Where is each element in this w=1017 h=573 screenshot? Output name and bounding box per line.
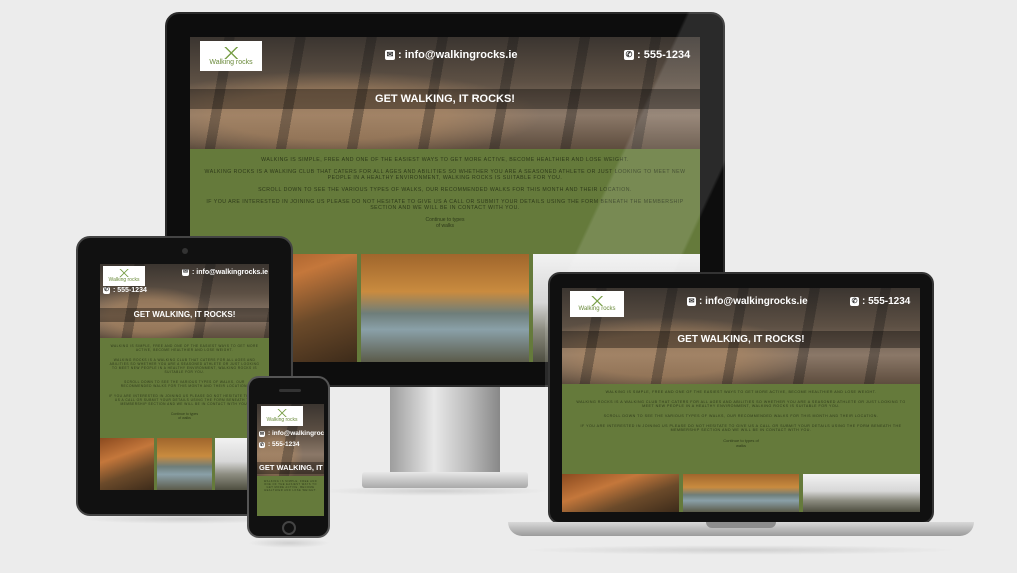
- laptop-device: Walking rocks ✉ : info@walkingrocks.ie ✆…: [508, 272, 974, 547]
- email-text: : info@walkingrocks.ie: [268, 430, 324, 437]
- site-logo[interactable]: Walking rocks: [103, 266, 145, 286]
- email-link[interactable]: ✉ : info@walkingrocks.ie: [385, 49, 518, 61]
- site-logo[interactable]: Walking rocks: [570, 291, 624, 317]
- monitor-base: [362, 472, 528, 488]
- laptop-notch: [706, 522, 776, 528]
- site-logo[interactable]: Walking rocks: [200, 41, 262, 71]
- mountain-logo-icon: [269, 409, 295, 417]
- monitor-stand: [390, 387, 500, 477]
- hero-image: Walking rocks ✉ : info@walkingrocks.ie ✆…: [100, 264, 269, 338]
- gallery-photo-lake: [361, 254, 529, 362]
- walk-gallery: [562, 474, 920, 512]
- logo-text: Walking rocks: [209, 58, 253, 66]
- envelope-icon: ✉: [687, 297, 696, 306]
- intro-paragraph: Scroll down to see the various types of …: [258, 187, 632, 193]
- email-link[interactable]: ✉ : info@walkingrocks.ie: [259, 430, 324, 437]
- continue-link[interactable]: Continue to types of walks: [425, 217, 465, 229]
- gallery-photo-lake: [157, 438, 212, 490]
- continue-link[interactable]: Continue to types of walks: [170, 412, 200, 420]
- logo-text: Walking rocks: [266, 417, 298, 423]
- mountain-logo-icon: [111, 269, 137, 277]
- intro-paragraph: Walking is simple, free and one of the e…: [605, 390, 877, 394]
- phone-text: : 555-1234: [113, 287, 147, 294]
- mountain-logo-icon: [580, 295, 614, 307]
- tagline-banner: GET WALKING, IT ROCKS!: [190, 89, 700, 109]
- intro-paragraph: Scroll down to see the various types of …: [603, 414, 879, 418]
- hero-image: Walking rocks ✉ : info@walkingrocks.ie ✆…: [562, 288, 920, 384]
- phone-text: : 555-1234: [268, 441, 300, 448]
- website: Walking rocks ✉ : info@walkingrocks.ie ✆…: [100, 264, 269, 490]
- intro-paragraph: Walking is simple, free and one of the e…: [263, 480, 318, 492]
- walk-gallery: [100, 438, 269, 490]
- intro-paragraph: If you are interested in joining us plea…: [108, 394, 261, 406]
- email-link[interactable]: ✉ : info@walkingrocks.ie: [687, 296, 808, 307]
- phone-icon: ✆: [259, 441, 265, 448]
- gallery-photo-lake: [682, 474, 800, 512]
- logo-text: Walking rocks: [108, 277, 140, 283]
- gallery-photo-forest: [562, 474, 679, 512]
- phone-icon: ✆: [850, 297, 859, 306]
- continue-link[interactable]: Continue to types of walks: [723, 438, 759, 448]
- responsive-mockup: { "site": { "logo_text": "Walking rocks"…: [0, 0, 1017, 573]
- intro-paragraph: Walking is simple, free and one of the e…: [110, 344, 259, 352]
- phone-text: : 555-1234: [862, 296, 911, 307]
- intro-paragraph: If you are interested in joining us plea…: [206, 199, 684, 211]
- intro-paragraph: Walking is simple, free and one of the e…: [261, 157, 629, 163]
- phone-text: : 555-1234: [637, 49, 691, 61]
- laptop-screen: Walking rocks ✉ : info@walkingrocks.ie ✆…: [562, 288, 920, 512]
- intro-paragraph: If you are interested in joining us plea…: [580, 424, 902, 432]
- intro-text: Walking is simple, free and one of the e…: [257, 476, 324, 492]
- phone-icon: ✆: [103, 287, 110, 294]
- intro-paragraph: Walking rocks is a walking club that cat…: [576, 400, 906, 408]
- intro-paragraph: Scroll down to see the various types of …: [120, 380, 249, 388]
- phone-device: Walking rocks ✉ : info@walkingrocks.ie ✆…: [247, 376, 330, 538]
- phone-link[interactable]: ✆ : 555-1234: [624, 49, 690, 61]
- camera-icon: [182, 248, 188, 254]
- intro-paragraph: Walking rocks is a walking club that cat…: [109, 358, 260, 374]
- envelope-icon: ✉: [259, 430, 265, 437]
- phone-link[interactable]: ✆ : 555-1234: [850, 296, 910, 307]
- site-logo[interactable]: Walking rocks: [261, 406, 303, 426]
- envelope-icon: ✉: [385, 50, 395, 60]
- intro-text: Walking is simple, free and one of the e…: [190, 149, 700, 211]
- gallery-photo-forest: [100, 438, 155, 490]
- envelope-icon: ✉: [182, 269, 189, 276]
- intro-text: Walking is simple, free and one of the e…: [100, 338, 269, 406]
- email-text: : info@walkingrocks.ie: [398, 49, 518, 61]
- phone-link[interactable]: ✆ : 555-1234: [259, 441, 299, 448]
- hero-image: Walking rocks ✉ : info@walkingrocks.ie ✆…: [257, 404, 324, 476]
- intro-paragraph: Walking rocks is a walking club that cat…: [204, 169, 686, 181]
- speaker-icon: [279, 389, 301, 392]
- logo-text: Walking rocks: [578, 306, 616, 313]
- email-text: : info@walkingrocks.ie: [192, 269, 269, 276]
- phone-link[interactable]: ✆ : 555-1234: [103, 287, 147, 294]
- gallery-photo-mountain: [803, 474, 920, 512]
- hero-image: Walking rocks ✉ : info@walkingrocks.ie ✆…: [190, 37, 700, 149]
- phone-screen: Walking rocks ✉ : info@walkingrocks.ie ✆…: [257, 404, 324, 516]
- phone-icon: ✆: [624, 50, 634, 60]
- email-text: : info@walkingrocks.ie: [699, 296, 808, 307]
- home-button-icon: [282, 521, 296, 535]
- intro-text: Walking is simple, free and one of the e…: [562, 384, 920, 432]
- tagline-banner: GET WALKING, IT ROCKS!: [100, 308, 269, 322]
- mountain-logo-icon: [212, 46, 250, 59]
- website: Walking rocks ✉ : info@walkingrocks.ie ✆…: [257, 404, 324, 516]
- tablet-screen: Walking rocks ✉ : info@walkingrocks.ie ✆…: [100, 264, 269, 490]
- tagline-banner: GET WALKING, IT ROCKS!: [562, 331, 920, 348]
- website: Walking rocks ✉ : info@walkingrocks.ie ✆…: [562, 288, 920, 512]
- email-link[interactable]: ✉ : info@walkingrocks.ie: [182, 269, 268, 276]
- tagline-banner: GET WALKING, IT: [257, 462, 324, 474]
